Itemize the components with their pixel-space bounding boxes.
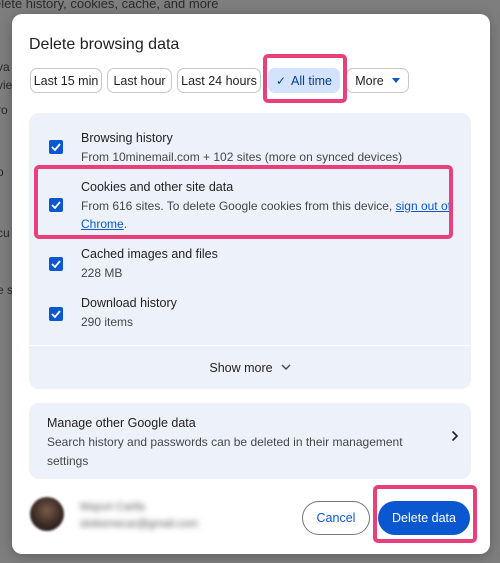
item-title: Browsing history xyxy=(81,131,173,145)
chip-label: More xyxy=(355,73,384,88)
checkbox-cookies[interactable] xyxy=(49,198,63,212)
show-more-label: Show more xyxy=(209,360,273,375)
background-fragment: vie xyxy=(0,78,13,92)
cancel-button[interactable]: Cancel xyxy=(302,501,370,535)
data-types-panel: Browsing history From 10minemail.com + 1… xyxy=(29,113,471,389)
chip-label: All time xyxy=(291,73,333,88)
background-fragment: ro xyxy=(0,103,8,117)
chip-label: Last 24 hours xyxy=(181,73,257,88)
item-cookies[interactable]: Cookies and other site data From 616 sit… xyxy=(29,171,471,241)
time-range-more-dropdown[interactable]: More xyxy=(346,68,409,93)
manage-description: Search history and passwords can be dele… xyxy=(47,435,403,468)
item-title: Download history xyxy=(81,296,177,310)
item-description: 290 items xyxy=(81,315,134,329)
item-title: Cookies and other site data xyxy=(81,180,234,194)
checkmark-icon: ✓ xyxy=(275,73,287,88)
time-range-all-time[interactable]: ✓ All time xyxy=(268,68,340,93)
show-more-button[interactable]: Show more xyxy=(29,346,471,389)
caret-down-icon xyxy=(391,78,400,83)
manage-google-data-row[interactable]: Manage other Google data Search history … xyxy=(29,403,471,479)
item-browsing-history[interactable]: Browsing history From 10minemail.com + 1… xyxy=(29,113,471,171)
item-description: 228 MB xyxy=(81,266,123,280)
time-range-last-24-hours[interactable]: Last 24 hours xyxy=(177,68,261,93)
check-icon xyxy=(51,143,61,151)
background-page-text: elete history, cookies, cache, and more xyxy=(0,0,219,11)
chip-label: Last hour xyxy=(113,73,166,88)
item-title: Cached images and files xyxy=(81,247,218,261)
background-fragment: cu xyxy=(0,226,10,240)
item-download-history[interactable]: Download history 290 items xyxy=(29,291,471,345)
item-description: From 616 sites. To delete Google cookies… xyxy=(81,197,451,233)
item-description-text: From 616 sites. To delete Google cookies… xyxy=(81,199,396,213)
check-icon xyxy=(51,201,61,209)
avatar xyxy=(30,497,64,531)
time-range-last-hour[interactable]: Last hour xyxy=(107,68,172,93)
time-range-last-15-min[interactable]: Last 15 min xyxy=(30,68,102,93)
account-name: Mayuri Carlla xyxy=(80,501,145,513)
delete-browsing-data-dialog: Delete browsing data Last 15 min Last ho… xyxy=(12,14,490,554)
chevron-right-icon xyxy=(451,429,459,447)
checkbox-cached-images[interactable] xyxy=(49,257,63,271)
check-icon xyxy=(51,310,61,318)
chip-label: Last 15 min xyxy=(33,73,99,88)
background-fragment: p xyxy=(0,165,4,179)
item-description-suffix: . xyxy=(123,217,128,231)
check-icon xyxy=(51,260,61,268)
checkbox-browsing-history[interactable] xyxy=(49,140,63,154)
account-email: stokemecar@gmail.com xyxy=(80,518,199,530)
chevron-down-icon xyxy=(281,362,291,373)
manage-title: Manage other Google data xyxy=(47,416,196,430)
delete-data-button[interactable]: Delete data xyxy=(378,501,470,535)
account-info: Mayuri Carlla stokemecar@gmail.com xyxy=(30,494,230,540)
background-fragment: va xyxy=(0,60,10,74)
item-description: From 10minemail.com + 102 sites (more on… xyxy=(81,150,403,164)
dialog-title: Delete browsing data xyxy=(29,36,180,53)
checkbox-download-history[interactable] xyxy=(49,307,63,321)
item-cached-images[interactable]: Cached images and files 228 MB xyxy=(29,241,471,291)
